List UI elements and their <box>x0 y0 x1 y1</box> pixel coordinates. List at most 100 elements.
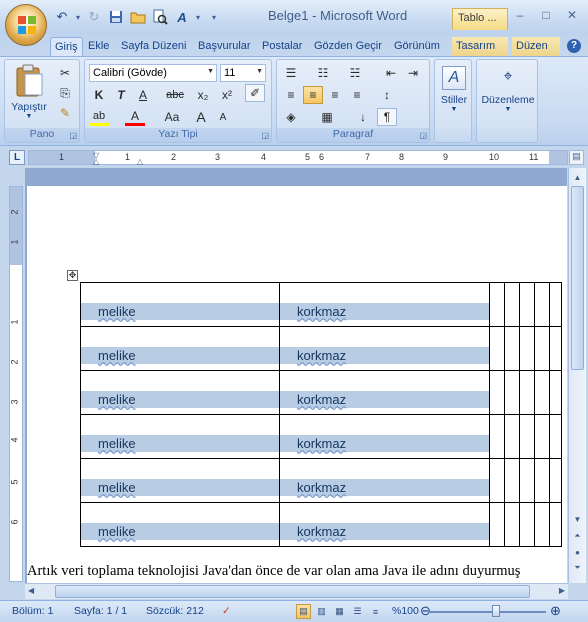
zoom-in-button[interactable]: ⊕ <box>550 603 561 619</box>
grow-font-button[interactable]: A <box>191 108 211 126</box>
styles-button[interactable]: A Stiller ▼ <box>437 64 471 134</box>
zoom-slider-thumb[interactable] <box>492 605 500 617</box>
clear-formatting-button[interactable]: ✐ <box>245 84 265 102</box>
table-cell-empty[interactable] <box>549 414 562 459</box>
table-cell-empty[interactable] <box>504 414 520 459</box>
cut-button[interactable]: ✂ <box>55 64 75 82</box>
redo-button[interactable]: ↻ <box>84 8 104 26</box>
horizontal-scrollbar[interactable]: ◀ ▶ <box>25 583 568 599</box>
zoom-slider-track[interactable] <box>428 611 546 613</box>
full-screen-reading-button[interactable]: ▥ <box>314 604 329 619</box>
table-cell[interactable]: korkmaz <box>279 326 490 371</box>
scroll-up-button[interactable]: ▲ <box>570 169 585 185</box>
table-cell-empty[interactable] <box>504 370 520 415</box>
increase-indent-button[interactable]: ⇥ <box>403 64 423 82</box>
table-cell-empty[interactable] <box>519 326 535 371</box>
table-cell-empty[interactable] <box>534 414 550 459</box>
page-indicator[interactable]: Sayfa: 1 / 1 <box>74 605 127 617</box>
table-cell-empty[interactable] <box>549 370 562 415</box>
table-cell-empty[interactable] <box>534 282 550 327</box>
table-cell[interactable]: melike <box>80 458 280 503</box>
font-color-button[interactable]: A <box>125 108 145 126</box>
line-spacing-button[interactable]: ↕ <box>377 86 397 104</box>
close-button[interactable]: ✕ <box>562 6 582 24</box>
align-center-button[interactable]: ≡ <box>303 86 323 104</box>
table-cell-empty[interactable] <box>504 282 520 327</box>
table-cell-empty[interactable] <box>489 414 505 459</box>
underline-button[interactable]: A <box>133 86 153 104</box>
vertical-ruler[interactable]: 2 1 1 2 3 4 5 6 <box>9 186 23 582</box>
next-page-button[interactable]: ⏷ <box>570 560 585 576</box>
subscript-button[interactable]: x₂ <box>193 86 213 104</box>
select-browse-object-button[interactable]: ● <box>570 544 585 560</box>
spelling-button[interactable]: A <box>172 8 192 26</box>
table-cell-empty[interactable] <box>549 502 562 547</box>
copy-button[interactable]: ⎘ <box>55 84 75 102</box>
numbering-button[interactable]: ☷ <box>313 64 333 82</box>
table-cell[interactable]: melike <box>80 326 280 371</box>
document-table[interactable]: melike korkmaz melike korkmaz melike korkmaz m… <box>80 282 562 547</box>
table-cell-empty[interactable] <box>534 458 550 503</box>
bullets-button[interactable]: ☰ <box>281 64 301 82</box>
table-cell[interactable]: melike <box>80 370 280 415</box>
tab-references[interactable]: Başvurular <box>194 37 255 56</box>
tab-page-layout[interactable]: Sayfa Düzeni <box>117 37 190 56</box>
tab-table-design[interactable]: Tasarım <box>452 37 508 56</box>
section-indicator[interactable]: Bölüm: 1 <box>12 605 53 617</box>
table-cell-empty[interactable] <box>489 282 505 327</box>
bold-button[interactable]: K <box>89 86 109 104</box>
table-row[interactable]: melike korkmaz <box>80 458 562 503</box>
spelling-dropdown[interactable]: ▾ <box>194 13 202 22</box>
outline-view-button[interactable]: ☰ <box>350 604 365 619</box>
font-size-combo[interactable]: 11 ▼ <box>220 64 266 82</box>
table-cell[interactable]: korkmaz <box>279 414 490 459</box>
office-button[interactable] <box>5 4 47 46</box>
table-cell-empty[interactable] <box>549 326 562 371</box>
table-cell-empty[interactable] <box>504 502 520 547</box>
maximize-button[interactable]: □ <box>536 6 556 24</box>
customize-qat-button[interactable]: ▾ <box>210 13 218 22</box>
table-cell-empty[interactable] <box>519 458 535 503</box>
change-case-button[interactable]: Aa <box>159 108 185 126</box>
italic-button[interactable]: T <box>111 86 131 104</box>
tab-selector[interactable]: L <box>9 150 25 165</box>
clipboard-launcher[interactable]: ◲ <box>69 131 77 140</box>
table-cell-empty[interactable] <box>534 326 550 371</box>
tab-mailings[interactable]: Postalar <box>258 37 306 56</box>
help-button[interactable]: ? <box>564 37 581 56</box>
view-ruler-button[interactable]: ▤ <box>569 150 584 165</box>
hanging-indent-handle[interactable]: △ <box>93 157 99 166</box>
table-cell-empty[interactable] <box>549 282 562 327</box>
table-cell-empty[interactable] <box>549 458 562 503</box>
table-cell-empty[interactable] <box>489 326 505 371</box>
multilevel-list-button[interactable]: ☵ <box>345 64 365 82</box>
scroll-down-button[interactable]: ▼ <box>570 511 585 527</box>
shrink-font-button[interactable]: A <box>213 108 233 126</box>
scroll-right-button[interactable]: ▶ <box>559 586 565 595</box>
right-indent-handle[interactable]: △ <box>137 157 143 166</box>
paste-button[interactable]: Yapıştır ▼ <box>9 64 49 126</box>
table-row[interactable]: melike korkmaz <box>80 502 562 547</box>
draft-view-button[interactable]: ≡ <box>368 604 383 619</box>
table-cell[interactable]: melike <box>80 282 280 327</box>
table-cell-empty[interactable] <box>489 458 505 503</box>
table-row[interactable]: melike korkmaz <box>80 414 562 459</box>
decrease-indent-button[interactable]: ⇤ <box>381 64 401 82</box>
align-left-button[interactable]: ≡ <box>281 86 301 104</box>
editing-button[interactable]: ⌖ Düzenleme ▼ <box>479 64 537 134</box>
vertical-scroll-thumb[interactable] <box>571 186 584 370</box>
show-marks-button[interactable]: ¶ <box>377 108 397 126</box>
open-button[interactable] <box>128 8 148 26</box>
table-cell-empty[interactable] <box>534 370 550 415</box>
shading-button[interactable]: ◈ <box>281 108 301 126</box>
table-cell-empty[interactable] <box>489 370 505 415</box>
horizontal-ruler[interactable]: 1 1 2 3 4 5 6 7 8 9 10 11 ▽ △ △ <box>28 150 568 166</box>
paragraph-launcher[interactable]: ◲ <box>419 131 427 140</box>
format-painter-button[interactable]: ✎ <box>55 104 75 122</box>
print-layout-view-button[interactable]: ▤ <box>296 604 311 619</box>
save-button[interactable] <box>106 8 126 26</box>
previous-page-button[interactable]: ⏶ <box>570 528 585 544</box>
align-right-button[interactable]: ≡ <box>325 86 345 104</box>
table-cell[interactable]: korkmaz <box>279 282 490 327</box>
tab-home[interactable]: Giriş <box>50 37 83 56</box>
